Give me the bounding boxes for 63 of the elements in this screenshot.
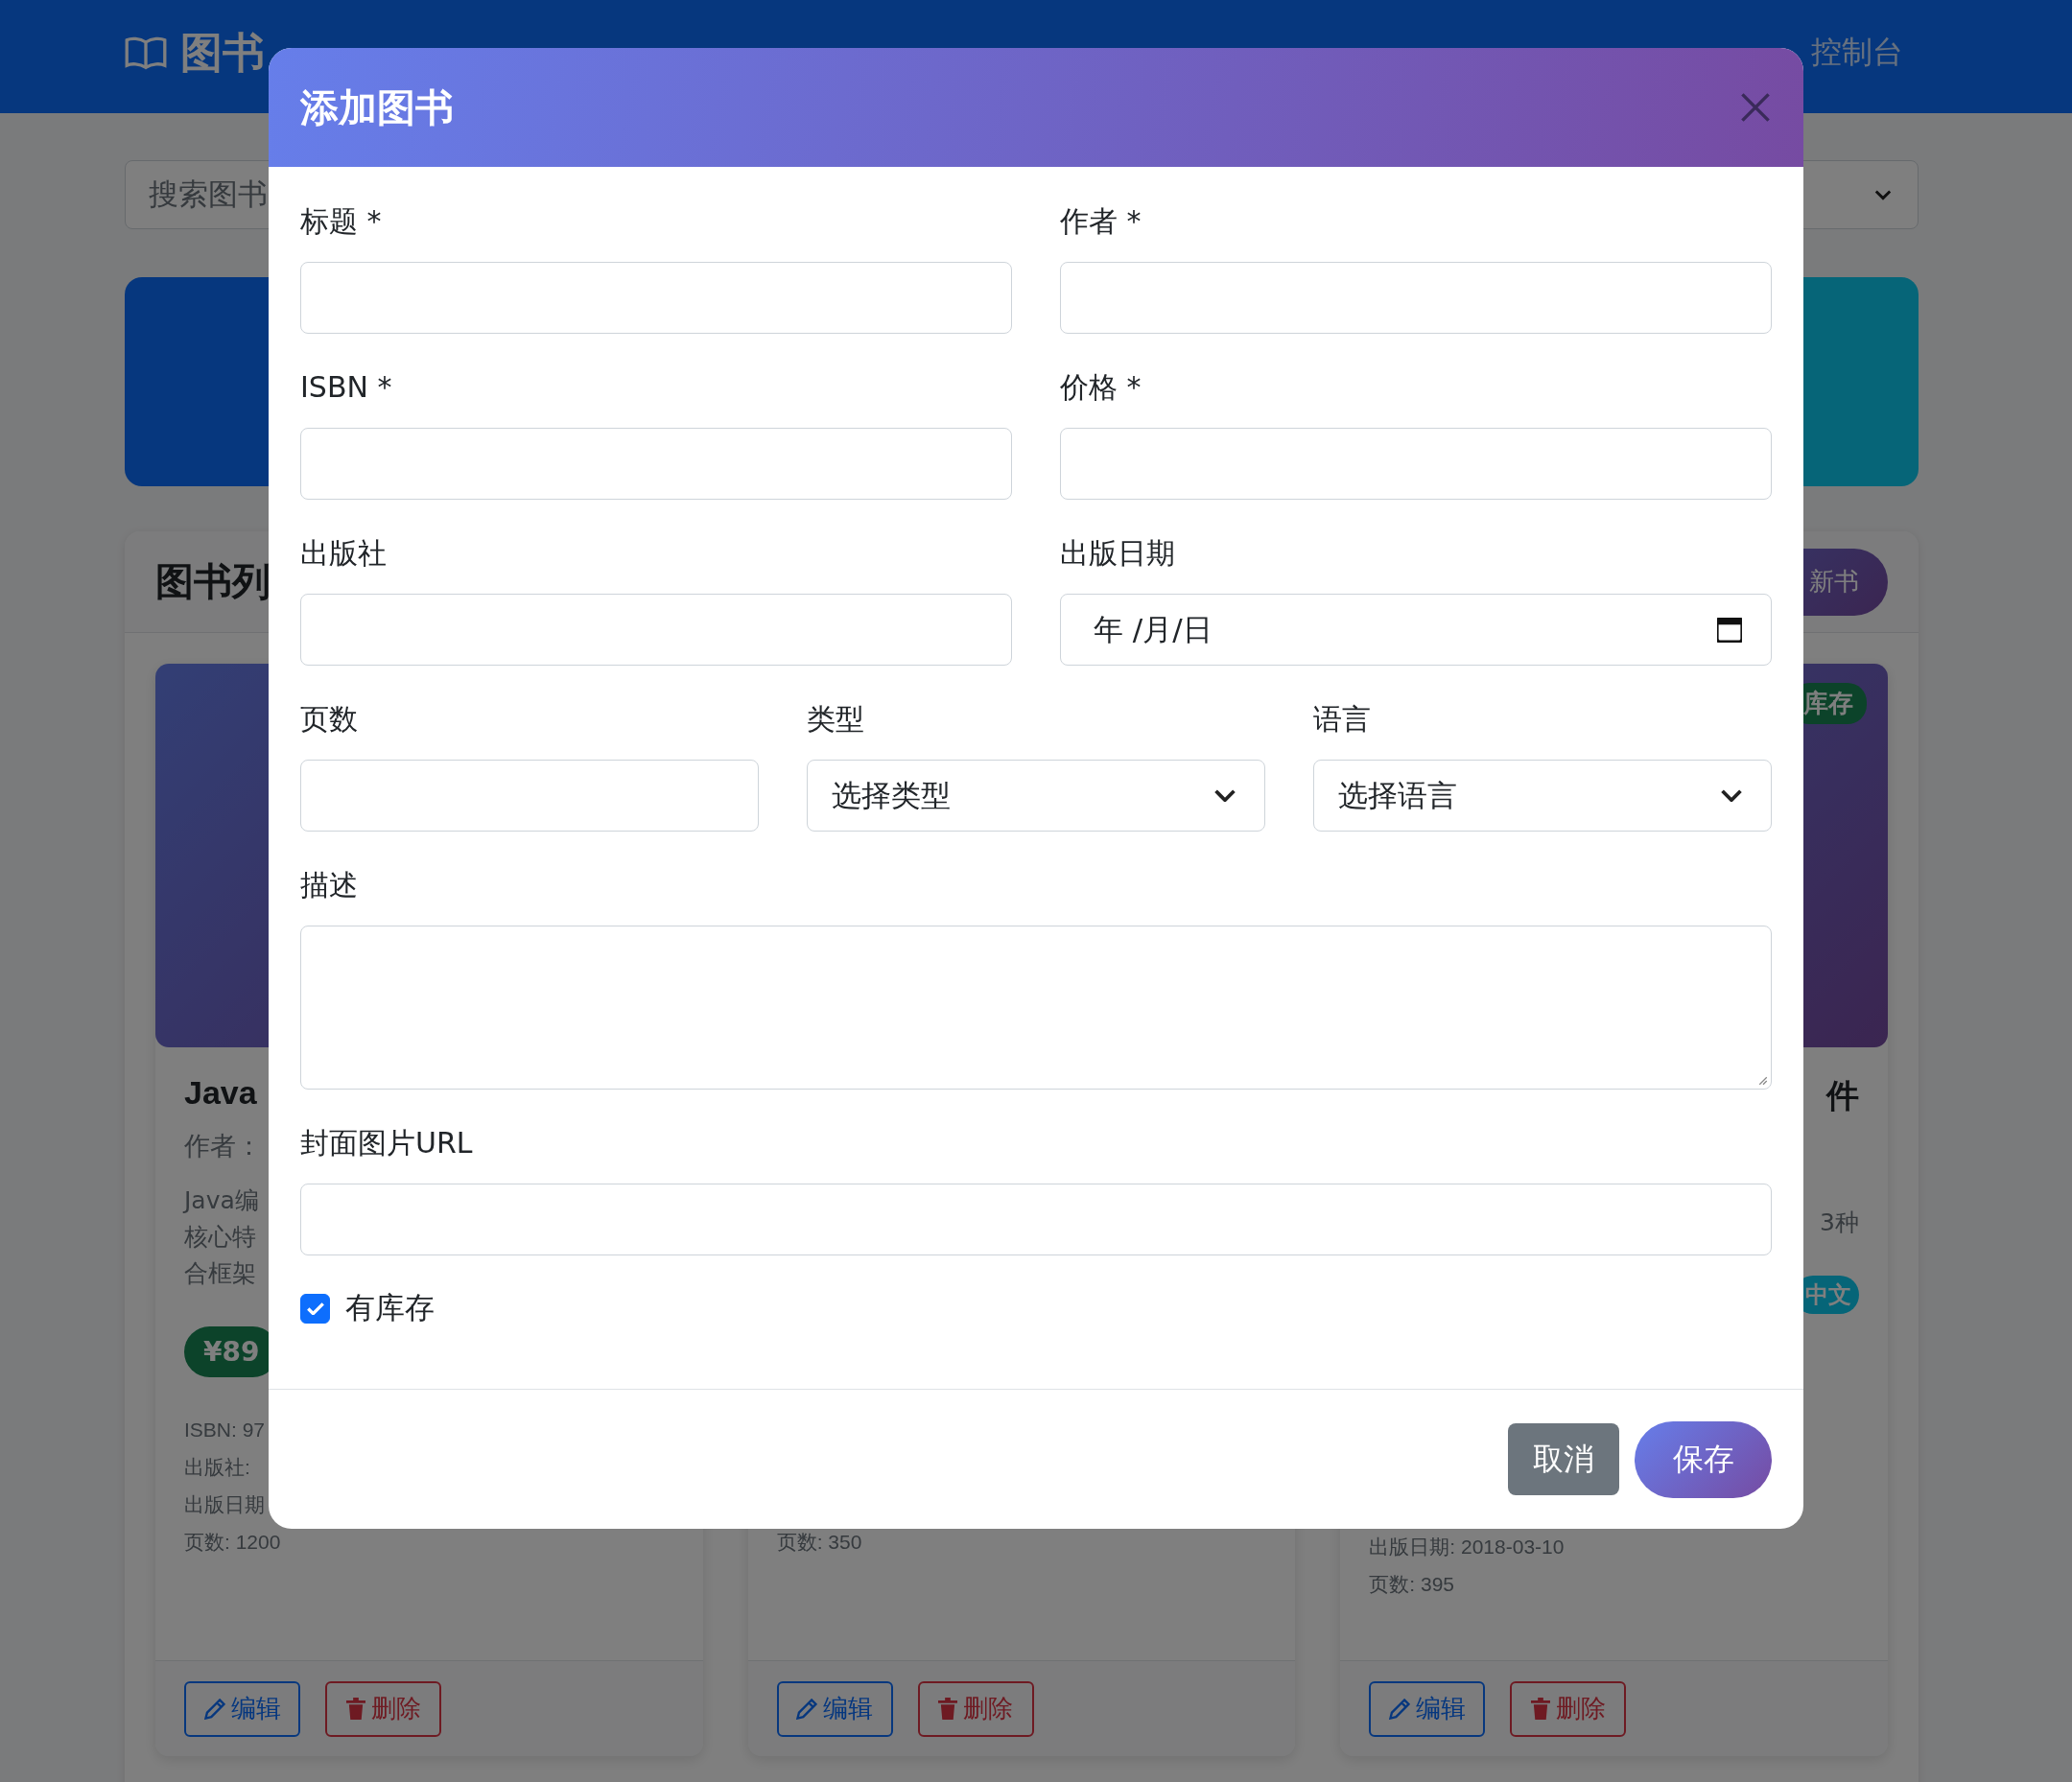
edit-button[interactable]: 编辑: [776, 1680, 893, 1737]
book-detail: 出版社:: [184, 1455, 250, 1480]
trash-icon: [938, 1698, 958, 1720]
description-line: 合框架: [184, 1258, 256, 1289]
chevron-down-icon: [1721, 789, 1742, 802]
pencil-icon: [1388, 1698, 1410, 1720]
book-detail: 页数: 350: [776, 1530, 862, 1555]
field-label: 出版社: [300, 535, 387, 572]
field-label: 标题 *: [300, 203, 382, 240]
modal-title: 添加图书: [300, 83, 454, 131]
nav-link[interactable]: 控制台: [1811, 32, 1903, 74]
trash-icon: [345, 1698, 365, 1720]
delete-button[interactable]: 删除: [1510, 1680, 1627, 1737]
input-field[interactable]: [1060, 262, 1772, 334]
book-detail: 页数: 395: [1369, 1572, 1455, 1597]
save-button[interactable]: 保存: [1635, 1420, 1772, 1498]
field-label: 作者 *: [1060, 203, 1142, 240]
textarea-field[interactable]: [300, 926, 1772, 1090]
description-line: Java编: [184, 1185, 259, 1216]
resize-grip-icon: [1758, 1076, 1768, 1086]
book-title: Java: [184, 1074, 257, 1112]
input-field[interactable]: [300, 1184, 1772, 1255]
date-field[interactable]: 年 /月/日: [1060, 594, 1772, 666]
input-field[interactable]: [300, 594, 1012, 666]
edit-button[interactable]: 编辑: [1369, 1680, 1486, 1737]
field-label: 封面图片URL: [300, 1125, 473, 1161]
select-field[interactable]: 选择类型: [807, 760, 1265, 832]
field-label: ISBN *: [300, 369, 392, 406]
delete-button[interactable]: 删除: [325, 1680, 441, 1737]
panel-title: 图书列: [155, 558, 271, 605]
input-field[interactable]: [300, 760, 759, 832]
select-field[interactable]: 选择语言: [1313, 760, 1772, 832]
checkbox-label: 有库存: [345, 1289, 435, 1326]
delete-button[interactable]: 删除: [917, 1680, 1034, 1737]
book-detail: ISBN: 97: [184, 1418, 266, 1442]
field-label: 描述: [300, 867, 358, 903]
calendar-icon: [1717, 617, 1742, 643]
description-line: 核心特: [184, 1222, 256, 1253]
pencil-icon: [796, 1698, 818, 1720]
book-title: 件: [1826, 1076, 1859, 1115]
checkbox[interactable]: [300, 1293, 330, 1324]
input-field[interactable]: [1060, 428, 1772, 500]
field-label: 出版日期: [1060, 535, 1175, 572]
input-field[interactable]: [300, 428, 1012, 500]
book-detail: 出版日期: 2018-03-10: [1369, 1535, 1565, 1559]
book-detail: 页数: 1200: [184, 1530, 281, 1555]
cancel-button[interactable]: 取消: [1508, 1423, 1619, 1495]
pencil-icon: [203, 1698, 225, 1720]
field-label: 语言: [1313, 701, 1371, 738]
description-line: 3种: [1820, 1208, 1859, 1238]
close-icon[interactable]: [1739, 91, 1772, 124]
input-field[interactable]: [300, 262, 1012, 334]
checkmark-icon: [306, 1301, 324, 1315]
trash-icon: [1530, 1698, 1550, 1720]
field-label: 价格 *: [1060, 369, 1142, 406]
field-label: 类型: [807, 701, 864, 738]
book-author: 作者：: [184, 1130, 262, 1162]
field-label: 页数: [300, 701, 358, 738]
book-detail: 出版日期: [184, 1492, 265, 1517]
book-icon: [125, 35, 167, 70]
chevron-down-icon: [1214, 789, 1236, 802]
edit-button[interactable]: 编辑: [184, 1680, 300, 1737]
brand-link[interactable]: 图书: [125, 24, 265, 82]
